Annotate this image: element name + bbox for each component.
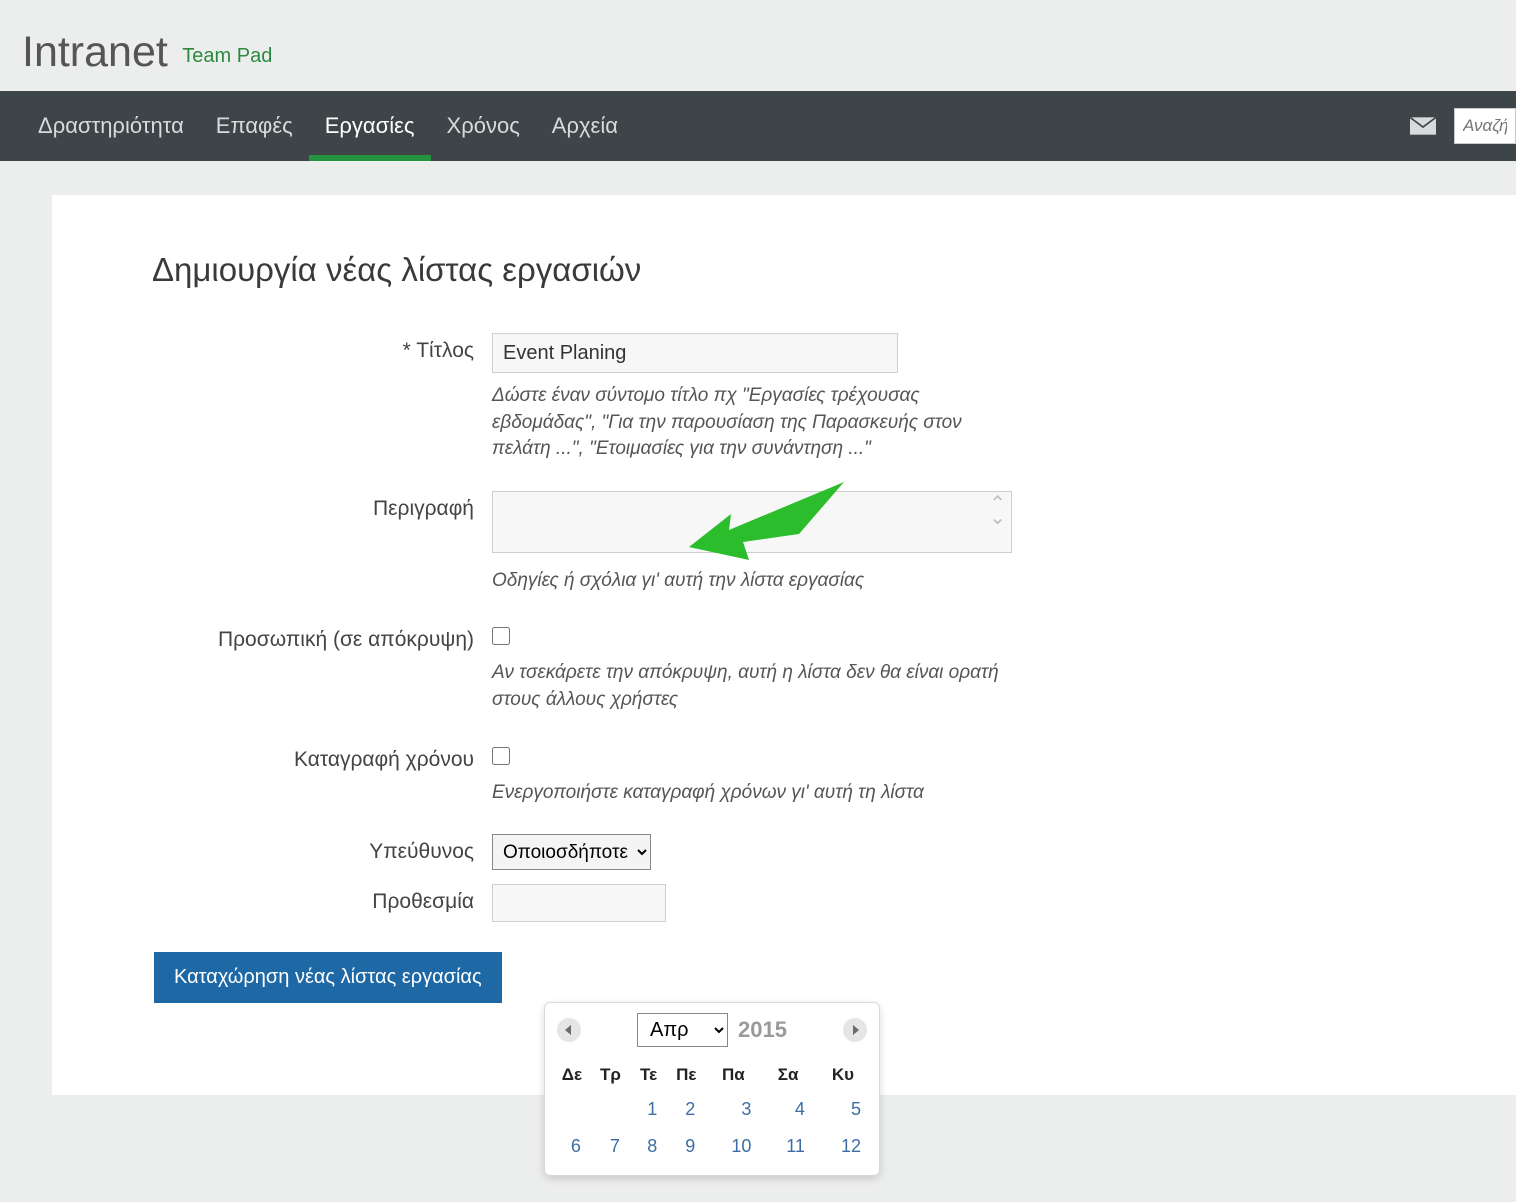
search-input[interactable] xyxy=(1454,108,1516,144)
datepicker-day[interactable]: 11 xyxy=(761,1128,815,1165)
label-private: Προσωπική (σε απόκρυψη) xyxy=(152,622,492,652)
datepicker-day[interactable]: 5 xyxy=(815,1091,871,1128)
weekday-header: Τε xyxy=(630,1059,667,1091)
datepicker-day[interactable]: 9 xyxy=(667,1128,705,1165)
weekday-header: Κυ xyxy=(815,1059,871,1091)
datepicker-day xyxy=(553,1091,591,1128)
datepicker: Απρ 2015 Δε Τρ Τε Πε Πα Σα Κυ 1 xyxy=(544,1002,880,1176)
submit-button[interactable]: Καταχώρηση νέας λίστας εργασίας xyxy=(154,952,502,1003)
nav-tasks[interactable]: Εργασίες xyxy=(309,91,431,161)
datepicker-prev-button[interactable] xyxy=(557,1018,581,1042)
datepicker-day[interactable]: 4 xyxy=(761,1091,815,1128)
page-title: Δημιουργία νέας λίστας εργασιών xyxy=(152,251,1516,289)
nav-time[interactable]: Χρόνος xyxy=(431,91,536,161)
description-textarea[interactable] xyxy=(492,491,1012,553)
label-owner: Υπεύθυνος xyxy=(152,834,492,864)
form-panel: Δημιουργία νέας λίστας εργασιών * Τίτλος… xyxy=(52,195,1516,1095)
datepicker-month-select[interactable]: Απρ xyxy=(637,1013,728,1047)
app-subtitle: Team Pad xyxy=(182,45,272,68)
deadline-input[interactable] xyxy=(492,884,666,922)
label-title: * Τίτλος xyxy=(152,333,492,363)
datepicker-day[interactable]: 6 xyxy=(553,1128,591,1165)
datepicker-day[interactable]: 10 xyxy=(705,1128,761,1165)
datepicker-day[interactable]: 2 xyxy=(667,1091,705,1128)
main-nav: Δραστηριότητα Επαφές Εργασίες Χρόνος Αρχ… xyxy=(0,91,1516,161)
weekday-header: Δε xyxy=(553,1059,591,1091)
hint-timetrack: Ενεργοποιήστε καταγραφή χρόνων γι' αυτή … xyxy=(492,780,1012,807)
datepicker-day xyxy=(591,1091,630,1128)
weekday-header: Πα xyxy=(705,1059,761,1091)
datepicker-grid: Δε Τρ Τε Πε Πα Σα Κυ 1 2 3 4 5 xyxy=(553,1059,871,1165)
nav-files[interactable]: Αρχεία xyxy=(536,91,634,161)
nav-contacts[interactable]: Επαφές xyxy=(200,91,309,161)
datepicker-day[interactable]: 3 xyxy=(705,1091,761,1128)
label-description: Περιγραφή xyxy=(152,491,492,521)
hint-description: Οδηγίες ή σχόλια γι' αυτή την λίστα εργα… xyxy=(492,568,982,595)
app-title: Intranet xyxy=(22,28,168,77)
datepicker-next-button[interactable] xyxy=(843,1018,867,1042)
datepicker-day[interactable]: 12 xyxy=(815,1128,871,1165)
datepicker-day[interactable]: 8 xyxy=(630,1128,667,1165)
hint-title: Δώστε έναν σύντομο τίτλο πχ "Εργασίες τρ… xyxy=(492,383,982,463)
mail-icon[interactable] xyxy=(1410,117,1436,135)
label-timetrack: Καταγραφή χρόνου xyxy=(152,742,492,772)
title-input[interactable] xyxy=(492,333,898,373)
datepicker-year: 2015 xyxy=(738,1017,787,1043)
owner-select[interactable]: Οποιοσδήποτε xyxy=(492,834,651,870)
hint-private: Αν τσεκάρετε την απόκρυψη, αυτή η λίστα … xyxy=(492,660,1052,713)
label-deadline: Προθεσμία xyxy=(152,884,492,914)
nav-activity[interactable]: Δραστηριότητα xyxy=(22,91,200,161)
weekday-header: Τρ xyxy=(591,1059,630,1091)
weekday-header: Σα xyxy=(761,1059,815,1091)
textarea-scroll-icons: ⌃⌄ xyxy=(989,497,1006,525)
private-checkbox[interactable] xyxy=(492,627,510,645)
timetrack-checkbox[interactable] xyxy=(492,747,510,765)
app-header: Intranet Team Pad xyxy=(0,0,1516,91)
weekday-header: Πε xyxy=(667,1059,705,1091)
datepicker-day[interactable]: 7 xyxy=(591,1128,630,1165)
datepicker-day[interactable]: 1 xyxy=(630,1091,667,1128)
